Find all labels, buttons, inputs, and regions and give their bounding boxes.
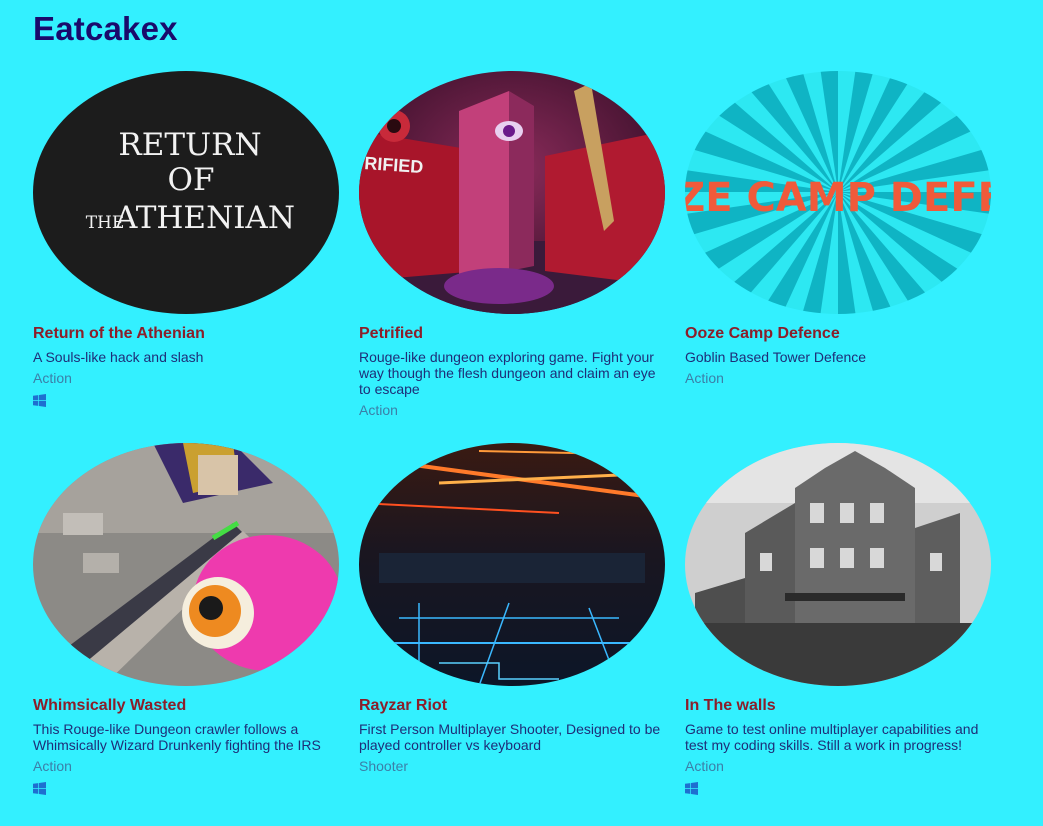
game-genre[interactable]: Action [33, 370, 72, 386]
thumb-line-4: ATHENIAN [114, 200, 295, 236]
game-thumbnail[interactable]: RETURN OF THE ATHENIAN [33, 71, 339, 314]
game-card-rayzar-riot[interactable]: Rayzar Riot First Person Multiplayer Sho… [359, 443, 665, 774]
game-description: Rouge-like dungeon exploring game. Fight… [359, 349, 656, 397]
game-genre[interactable]: Action [685, 758, 724, 774]
game-description: Game to test online multiplayer capabili… [685, 721, 979, 753]
thumb-line-1: RETURN [118, 127, 261, 163]
game-genre[interactable]: Shooter [359, 758, 408, 774]
thumb-line-2: OF [168, 162, 215, 198]
site-title[interactable]: Eatcakex [33, 10, 178, 48]
game-thumbnail[interactable]: OOZE CAMP DEFENC [685, 71, 991, 314]
windows-icon [685, 782, 698, 795]
game-genre[interactable]: Action [685, 370, 724, 386]
game-card-ooze-camp-defence[interactable]: OOZE CAMP DEFENC Ooze Camp Defence Gobli… [685, 71, 991, 386]
game-title[interactable]: Return of the Athenian [33, 325, 205, 343]
game-thumbnail[interactable] [685, 443, 991, 686]
page: Eatcakex RETURN OF THE ATHENIAN Return o… [0, 0, 1043, 826]
game-card-whimsically-wasted[interactable]: Whimsically Wasted This Rouge-like Dunge… [33, 443, 339, 795]
windows-icon [33, 782, 46, 795]
thumb-text: RIFIED [364, 153, 424, 177]
game-thumbnail[interactable] [359, 443, 665, 686]
game-thumbnail[interactable]: RIFIED [359, 71, 665, 314]
game-thumbnail[interactable] [33, 443, 339, 686]
game-title[interactable]: Whimsically Wasted [33, 697, 186, 715]
windows-icon [33, 394, 46, 407]
game-card-petrified[interactable]: RIFIED Petrified Rouge-like dungeon expl… [359, 71, 665, 418]
game-card-return-of-the-athenian[interactable]: RETURN OF THE ATHENIAN Return of the Ath… [33, 71, 339, 407]
game-title[interactable]: Ooze Camp Defence [685, 325, 840, 343]
thumb-text: OOZE CAMP DEFENC [685, 175, 991, 221]
game-genre[interactable]: Action [33, 758, 72, 774]
game-description: A Souls-like hack and slash [33, 349, 204, 365]
game-title[interactable]: In The walls [685, 697, 776, 715]
game-description: First Person Multiplayer Shooter, Design… [359, 721, 661, 753]
game-title[interactable]: Rayzar Riot [359, 697, 447, 715]
game-description: Goblin Based Tower Defence [685, 349, 867, 365]
game-description: This Rouge-like Dungeon crawler follows … [33, 721, 321, 753]
game-genre[interactable]: Action [359, 402, 398, 418]
game-title[interactable]: Petrified [359, 325, 423, 343]
game-card-in-the-walls[interactable]: In The walls Game to test online multipl… [685, 443, 991, 795]
